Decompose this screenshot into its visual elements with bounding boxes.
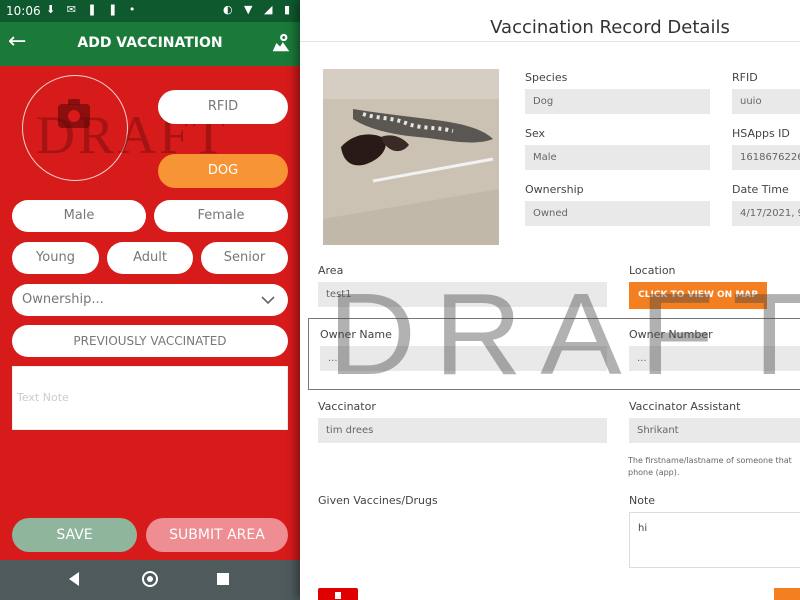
delete-button[interactable] bbox=[318, 588, 358, 600]
record-details-panel: Vaccination Record Details Species Dog R… bbox=[300, 0, 800, 600]
details-title: Vaccination Record Details bbox=[490, 17, 730, 38]
owner-number-field: ... bbox=[629, 346, 800, 371]
photo-capture-button[interactable] bbox=[22, 75, 128, 181]
age-young-button[interactable]: Young bbox=[12, 242, 99, 274]
note-textarea[interactable]: hi bbox=[629, 512, 800, 568]
nav-back-icon[interactable] bbox=[66, 570, 82, 592]
screen-title: ADD VACCINATION bbox=[77, 35, 223, 51]
previously-vaccinated-button[interactable]: PREVIOUSLY VACCINATED bbox=[12, 325, 288, 357]
assistant-helper-text: The firstname/lastname of someone that p… bbox=[628, 456, 792, 477]
status-bar: 10:06 ⬇ ✉ ❚ ❚ • ◐ ▼ ◢ ▮ bbox=[0, 0, 300, 22]
sex-female-button[interactable]: Female bbox=[154, 200, 288, 232]
rfid-label: RFID bbox=[732, 71, 758, 84]
sex-male-button[interactable]: Male bbox=[12, 200, 146, 232]
rfid-field: uuio bbox=[732, 89, 800, 114]
area-label: Area bbox=[318, 264, 344, 277]
species-label: Species bbox=[525, 71, 568, 84]
nav-recents-icon[interactable] bbox=[216, 571, 230, 590]
system-icons: ◐ ▼ ◢ ▮ bbox=[222, 3, 294, 16]
age-adult-button[interactable]: Adult bbox=[107, 242, 193, 274]
hsapps-id-label: HSApps ID bbox=[732, 127, 790, 140]
notification-icons: ⬇ ✉ ❚ ❚ • bbox=[46, 3, 140, 16]
rfid-button[interactable]: RFID bbox=[158, 90, 288, 124]
species-dog-button[interactable]: DOG bbox=[158, 154, 288, 188]
view-on-map-button[interactable]: CLICK TO VIEW ON MAP bbox=[629, 282, 767, 309]
vaccinator-label: Vaccinator bbox=[318, 400, 376, 413]
vaccinator-assistant-field: Shrikant bbox=[629, 418, 800, 443]
owner-name-label: Owner Name bbox=[320, 328, 392, 341]
vaccinator-assistant-label: Vaccinator Assistant bbox=[629, 400, 741, 413]
owner-number-label: Owner Number bbox=[629, 328, 713, 341]
sex-field: Male bbox=[525, 145, 710, 170]
android-nav-bar bbox=[0, 560, 300, 600]
date-time-field: 4/17/2021, 9: bbox=[732, 201, 800, 226]
status-time: 10:06 bbox=[6, 4, 41, 18]
date-time-label: Date Time bbox=[732, 183, 789, 196]
age-senior-button[interactable]: Senior bbox=[201, 242, 288, 274]
ownership-placeholder: Ownership... bbox=[22, 292, 104, 307]
owner-name-field: ... bbox=[320, 346, 607, 371]
hsapps-id-field: 1618676226 bbox=[732, 145, 800, 170]
nav-home-icon[interactable] bbox=[140, 569, 160, 593]
map-pin-icon[interactable] bbox=[270, 32, 292, 54]
trash-icon bbox=[335, 592, 341, 599]
dog-photo bbox=[323, 69, 499, 245]
vaccinator-field: tim drees bbox=[318, 418, 607, 443]
species-field: Dog bbox=[525, 89, 710, 114]
text-note-input[interactable]: Text Note bbox=[12, 366, 288, 430]
submit-area-button[interactable]: SUBMIT AREA bbox=[146, 518, 288, 552]
note-label: Note bbox=[629, 494, 656, 507]
title-divider bbox=[300, 41, 800, 42]
save-button[interactable]: SAVE bbox=[12, 518, 137, 552]
given-vaccines-label: Given Vaccines/Drugs bbox=[318, 494, 438, 507]
location-label: Location bbox=[629, 264, 676, 277]
camera-icon bbox=[58, 99, 90, 128]
app-bar: ← ADD VACCINATION bbox=[0, 22, 300, 66]
sex-label: Sex bbox=[525, 127, 546, 140]
area-field: test1 bbox=[318, 282, 607, 307]
ownership-label: Ownership bbox=[525, 183, 584, 196]
ownership-dropdown[interactable]: Ownership... bbox=[12, 284, 288, 316]
ownership-field: Owned bbox=[525, 201, 710, 226]
dog-photo-image bbox=[323, 69, 499, 245]
action-button[interactable] bbox=[774, 588, 800, 600]
mobile-app-screen: 10:06 ⬇ ✉ ❚ ❚ • ◐ ▼ ◢ ▮ ← ADD VACCINATIO… bbox=[0, 0, 300, 600]
chevron-down-icon bbox=[261, 296, 275, 305]
